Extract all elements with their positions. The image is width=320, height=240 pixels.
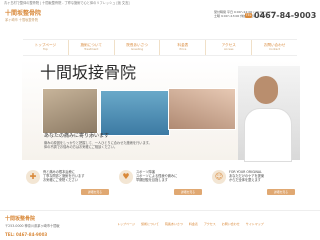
hand-treatment-photo <box>168 88 236 130</box>
footer-link-greeting[interactable]: 院長あいさつ <box>165 221 183 227</box>
phone-number[interactable]: 0467-84-9003 <box>254 11 316 20</box>
footer-link-top[interactable]: トップページ <box>117 221 135 227</box>
nav-item-sublabel: Top <box>43 47 48 51</box>
bone-cross-icon: ✚ <box>26 170 40 184</box>
footer-divider <box>0 210 320 211</box>
nav-item-access[interactable]: アクセス Access <box>205 40 251 55</box>
nav-item-greeting[interactable]: 院長あいさつ Greeting <box>113 40 160 55</box>
footer-link-sitemap[interactable]: サイトマップ <box>246 221 264 227</box>
nav-item-top[interactable]: トップページ Top <box>23 40 68 55</box>
feature-card-line: 早期回復を目指します <box>136 178 168 183</box>
nav-item-sublabel: Greeting <box>131 47 144 51</box>
site-logo-subtitle: 茅ヶ崎市 十間坂整骨院 <box>5 18 38 22</box>
doctor-figure-head <box>254 76 278 104</box>
footer-logo[interactable]: 十間坂整骨院 <box>5 216 35 222</box>
footer-link-access[interactable]: アクセス <box>204 221 216 227</box>
feature-card-original: ☺ FOR YOUR ORIGINAL あなただけのケアを提案 からだ全体を整え… <box>212 167 295 195</box>
nav-item-sublabel: Treatment <box>84 47 99 51</box>
feature-card-line: からだ全体を整えます <box>229 178 261 183</box>
feature-detail-button[interactable]: 詳細を見る <box>81 189 109 195</box>
treatment-bed-photo <box>100 90 170 136</box>
doctor-figure-body <box>244 108 292 162</box>
feature-detail-button[interactable]: 詳細を見る <box>174 189 202 195</box>
feature-detail-button[interactable]: 詳細を見る <box>267 189 295 195</box>
feature-card-text: スポーツ障害 スポーツによる怪我や痛みに 早期回復を目指します <box>136 170 177 183</box>
nav-item-sublabel: Price <box>179 47 187 51</box>
footer-links: トップページ 施術について 院長あいさつ 料金表 アクセス お問い合わせ サイト… <box>117 221 317 227</box>
heart-icon: ♥ <box>119 170 133 184</box>
clinic-interior-photo <box>42 88 98 134</box>
feature-card-text: 骨と痛みの根本治療に 丁寧な問診と施術を行います お気軽にご来院ください <box>43 170 84 183</box>
nav-item-price[interactable]: 料金表 Price <box>159 40 205 55</box>
hero-description-line2: 体の不調でお悩みの方はお気軽にご相談ください。 <box>44 145 118 149</box>
footer-link-contact[interactable]: お問い合わせ <box>222 221 240 227</box>
nav-item-sublabel: Access <box>223 47 234 51</box>
hero-description: 痛みの原因をしっかりと把握して、一人ひとりに合わせた施術を行います。 体の不調で… <box>44 141 152 149</box>
hero-title: 十間坂接骨院 <box>40 63 137 82</box>
site-tagline: 青ヶ島村で整体の整骨院 | 十間坂整骨院 - 丁寧な施術で心と体のリフレッシュ … <box>4 1 130 5</box>
footer-link-treatment[interactable]: 施術について <box>141 221 159 227</box>
hero-subtitle: あなたの痛みに寄り添います <box>44 133 110 139</box>
feature-card-text: FOR YOUR ORIGINAL あなただけのケアを提案 からだ全体を整えます <box>229 170 264 183</box>
footer-phone[interactable]: TEL: 0467-84-9003 <box>5 232 47 237</box>
nav-item-treatment[interactable]: 施術について Treatment <box>67 40 114 55</box>
footer-address: 〒253-0000 神奈川県茅ヶ崎市十間坂 <box>5 224 60 228</box>
feature-card-root-cause: ✚ 骨と痛みの根本治療に 丁寧な問診と施術を行います お気軽にご来院ください 詳… <box>26 167 109 195</box>
nav-item-sublabel: Contact <box>269 47 280 51</box>
site-logo[interactable]: 十間坂整骨院 <box>5 10 41 17</box>
main-nav: トップページ Top 施術について Treatment 院長あいさつ Greet… <box>23 39 297 56</box>
phone-icon: TEL <box>245 13 252 18</box>
feature-card-line: お気軽にご来院ください <box>43 178 78 183</box>
footer-link-price[interactable]: 料金表 <box>189 221 198 227</box>
feature-card-sports: ♥ スポーツ障害 スポーツによる怪我や痛みに 早期回復を目指します 詳細を見る <box>119 167 202 195</box>
smile-icon: ☺ <box>212 170 226 184</box>
nav-item-contact[interactable]: お問い合わせ Contact <box>251 40 297 55</box>
